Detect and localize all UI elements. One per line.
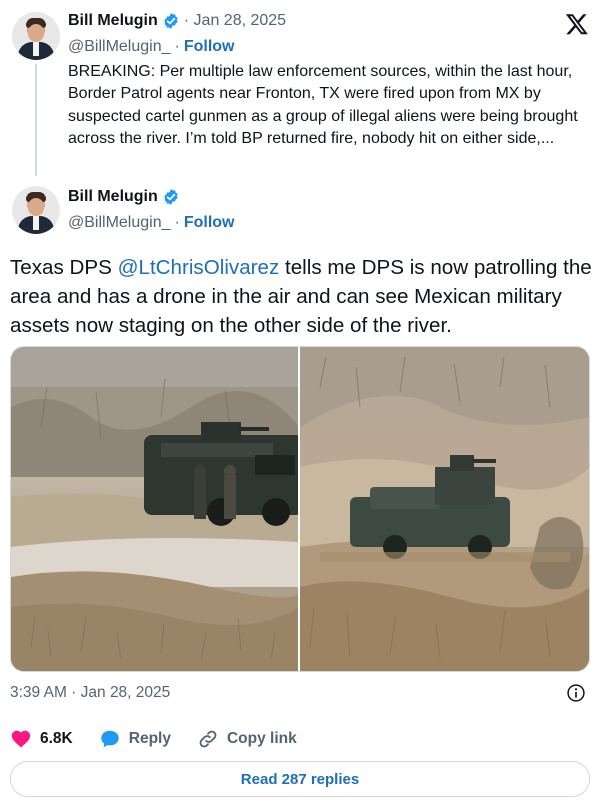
heart-icon [11, 730, 31, 748]
main-handle[interactable]: @BillMelugin_ [68, 214, 171, 232]
copy-link-label: Copy link [226, 730, 297, 747]
quoted-author-name[interactable]: Bill Melugin [68, 12, 158, 30]
x-logo-icon[interactable] [565, 12, 589, 36]
main-follow-button[interactable]: Follow [184, 214, 235, 232]
quoted-handle[interactable]: @BillMelugin_ [68, 38, 171, 56]
link-icon [199, 730, 217, 748]
photo-gun-truck-image [300, 347, 589, 671]
tweet-timestamp[interactable]: 3:39 AM · Jan 28, 2025 [10, 684, 170, 702]
photo-armored-vehicle[interactable] [11, 347, 298, 671]
main-author-name[interactable]: Bill Melugin [68, 188, 158, 206]
photo-armored-vehicle-image [11, 347, 298, 671]
reply-button[interactable]: Reply [99, 728, 171, 750]
media-grid [10, 346, 590, 672]
mention-link[interactable]: @LtChrisOlivarez [118, 256, 280, 279]
verified-badge-icon [164, 189, 178, 205]
quoted-separator: · [174, 38, 180, 55]
quoted-tweet-text: BREAKING: Per multiple law enforcement s… [68, 63, 578, 148]
avatar-quoted[interactable] [12, 12, 60, 60]
speech-bubble-icon [101, 730, 119, 748]
like-button[interactable]: 6.8K [10, 728, 73, 750]
verified-badge-icon [164, 13, 178, 29]
avatar-main[interactable] [12, 186, 60, 234]
reply-label: Reply [128, 730, 171, 747]
main-author-row: Bill Melugin [68, 188, 180, 206]
quoted-author-row: Bill Melugin · Jan 28, 2025 [68, 12, 286, 30]
quoted-follow-button[interactable]: Follow [184, 38, 235, 56]
info-icon[interactable] [566, 683, 586, 703]
quoted-handle-row: @BillMelugin_ · Follow [68, 38, 235, 56]
main-separator: · [174, 214, 180, 231]
read-replies-button[interactable]: Read 287 replies [10, 761, 590, 797]
main-text-before: Texas DPS [10, 256, 118, 279]
main-handle-row: @BillMelugin_ · Follow [68, 214, 235, 232]
photo-gun-truck[interactable] [300, 347, 589, 671]
copy-link-button[interactable]: Copy link [197, 728, 297, 750]
main-tweet-text: Texas DPS @LtChrisOlivarez tells me DPS … [10, 253, 600, 340]
thread-connector [35, 64, 37, 176]
like-count: 6.8K [40, 730, 73, 747]
tweet-actions: 6.8K Reply Copy link [10, 728, 323, 750]
quoted-date[interactable]: · Jan 28, 2025 [184, 12, 286, 30]
